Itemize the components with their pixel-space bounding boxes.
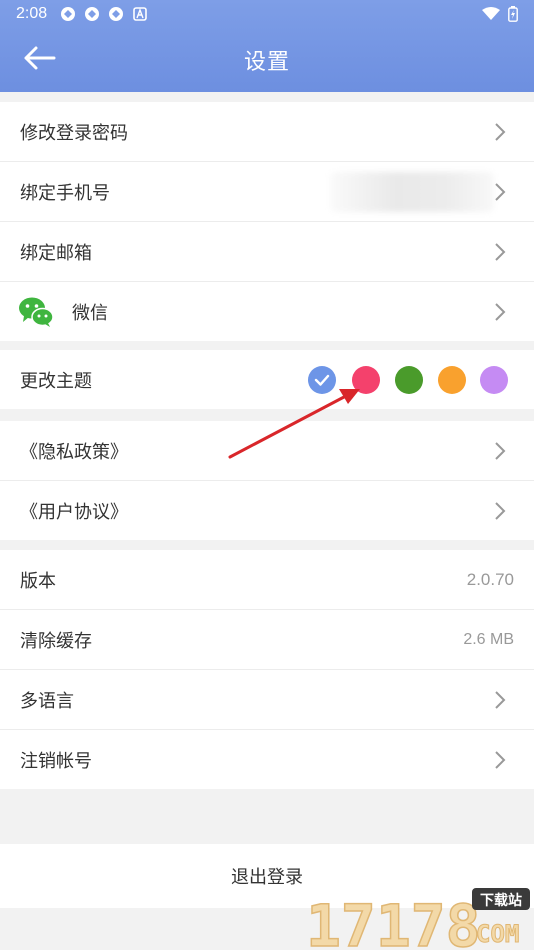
chevron-right-icon <box>495 442 506 460</box>
chevron-right-icon <box>495 502 506 520</box>
wechat-label: 微信 <box>72 302 108 324</box>
watermark-number: 17178 <box>306 892 481 950</box>
account-settings-group: 修改登录密码 绑定手机号 绑定邮箱 微信 <box>0 102 534 341</box>
cache-size-value: 2.6 MB <box>463 630 514 648</box>
battery-icon <box>508 6 518 22</box>
watermark-badge: 下载站 <box>480 892 522 909</box>
language-row[interactable]: 多语言 <box>0 670 534 730</box>
header-bar: 2:08 设置 <box>0 0 534 92</box>
info-group: 版本 2.0.70 清除缓存 2.6 MB 多语言 注销帐号 <box>0 550 534 789</box>
app-notification-icon <box>61 7 75 21</box>
privacy-policy-label: 《隐私政策》 <box>20 441 128 463</box>
notification-icons <box>60 6 148 22</box>
wechat-icon <box>19 297 54 327</box>
bind-email-row[interactable]: 绑定邮箱 <box>0 222 534 282</box>
chevron-right-icon <box>495 303 506 321</box>
delete-account-row[interactable]: 注销帐号 <box>0 730 534 789</box>
theme-swatch-orange[interactable] <box>438 366 466 394</box>
theme-group: 更改主题 <box>0 350 534 409</box>
theme-row: 更改主题 <box>0 350 534 409</box>
wechat-row[interactable]: 微信 <box>0 282 534 341</box>
watermark-logo: 17178 下载站 COM <box>305 888 530 950</box>
watermark-domain: COM <box>476 920 519 948</box>
theme-swatch-green[interactable] <box>395 366 423 394</box>
change-password-row[interactable]: 修改登录密码 <box>0 102 534 162</box>
font-notification-icon <box>133 7 147 21</box>
clear-cache-label: 清除缓存 <box>20 630 92 652</box>
chevron-right-icon <box>495 243 506 261</box>
phone-number-blurred <box>330 172 494 212</box>
user-agreement-label: 《用户协议》 <box>20 501 128 523</box>
wifi-icon <box>482 7 500 20</box>
bind-email-label: 绑定邮箱 <box>20 242 92 264</box>
chevron-right-icon <box>495 183 506 201</box>
version-label: 版本 <box>20 570 56 592</box>
theme-swatch-blue[interactable] <box>308 366 336 394</box>
logout-label: 退出登录 <box>231 867 303 888</box>
chevron-right-icon <box>495 691 506 709</box>
language-label: 多语言 <box>20 690 74 712</box>
privacy-policy-row[interactable]: 《隐私政策》 <box>0 421 534 481</box>
policy-group: 《隐私政策》 《用户协议》 <box>0 421 534 540</box>
system-icons <box>482 6 518 22</box>
version-row: 版本 2.0.70 <box>0 550 534 610</box>
change-password-label: 修改登录密码 <box>20 122 128 144</box>
status-bar: 2:08 <box>0 0 534 28</box>
delete-account-label: 注销帐号 <box>20 750 92 772</box>
chevron-right-icon <box>495 751 506 769</box>
app-notification-icon <box>109 7 123 21</box>
chevron-right-icon <box>495 123 506 141</box>
theme-swatch-purple[interactable] <box>480 366 508 394</box>
theme-label: 更改主题 <box>20 370 92 392</box>
page-title: 设置 <box>243 50 290 75</box>
user-agreement-row[interactable]: 《用户协议》 <box>0 481 534 540</box>
clear-cache-row[interactable]: 清除缓存 2.6 MB <box>0 610 534 670</box>
theme-swatch-pink[interactable] <box>352 366 380 394</box>
app-notification-icon <box>85 7 99 21</box>
bind-phone-row[interactable]: 绑定手机号 <box>0 162 534 222</box>
status-time: 2:08 <box>16 5 48 22</box>
bind-phone-label: 绑定手机号 <box>20 182 110 204</box>
check-icon <box>314 374 330 386</box>
version-value: 2.0.70 <box>466 569 514 589</box>
